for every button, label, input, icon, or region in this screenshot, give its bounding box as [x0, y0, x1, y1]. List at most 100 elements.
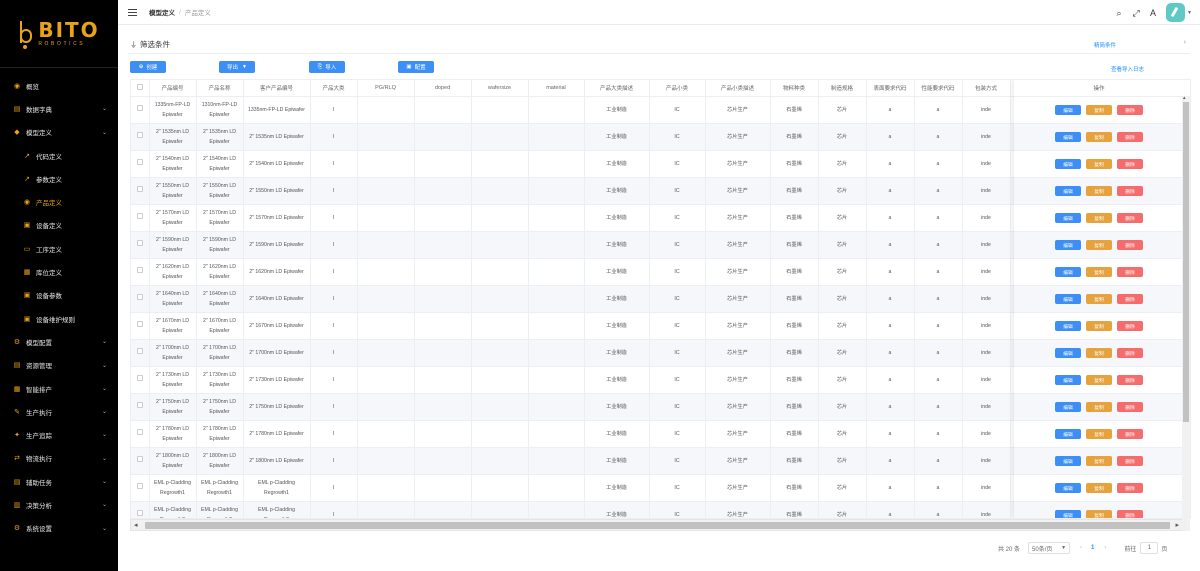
row-checkbox[interactable]	[136, 347, 143, 354]
sidebar-item-process[interactable]: ▭ 工序定义	[0, 237, 118, 260]
table-row[interactable]: 2" 1750nm LD Epiwafer 2" 1750nm LD Epiwaf…	[131, 393, 1016, 421]
edit-button[interactable]: 编辑	[1055, 402, 1081, 412]
chevron-down-icon[interactable]: ▼	[1187, 10, 1192, 16]
copy-button[interactable]: 复制	[1086, 132, 1112, 142]
edit-button[interactable]: 编辑	[1055, 240, 1081, 250]
vertical-scrollbar[interactable]: ▴	[1182, 95, 1190, 531]
config-button[interactable]: ▣ 配置	[398, 61, 434, 73]
column-header[interactable]: 制造规格	[818, 80, 867, 97]
view-import-log-link[interactable]: 查看导入日志	[1111, 65, 1144, 73]
copy-button[interactable]: 复制	[1086, 429, 1112, 439]
delete-button[interactable]: 删除	[1117, 456, 1143, 466]
copy-button[interactable]: 复制	[1086, 105, 1112, 115]
table-row[interactable]: EML p-Cladding Regrowth1 EML p-Cladding R…	[131, 474, 1016, 502]
vertical-scroll-thumb[interactable]	[1183, 102, 1189, 422]
goto-page-input[interactable]: 1	[1140, 542, 1159, 554]
sidebar-item-track[interactable]: ✦ 生产追踪 ⌄	[0, 423, 118, 446]
edit-button[interactable]: 编辑	[1055, 348, 1081, 358]
delete-button[interactable]: 删除	[1117, 348, 1143, 358]
sidebar-item-device[interactable]: ▣ 设备定义	[0, 214, 118, 237]
scroll-left-icon[interactable]: ◂	[134, 521, 138, 529]
row-checkbox[interactable]	[136, 158, 143, 165]
horizontal-scroll-thumb[interactable]	[145, 522, 1170, 529]
row-checkbox[interactable]	[136, 401, 143, 408]
column-header[interactable]: wafersize	[471, 80, 529, 97]
copy-button[interactable]: 复制	[1086, 402, 1112, 412]
search-icon[interactable]: ⌕	[1114, 8, 1124, 18]
delete-button[interactable]: 删除	[1117, 105, 1143, 115]
copy-button[interactable]: 复制	[1086, 510, 1112, 518]
row-checkbox[interactable]	[136, 266, 143, 273]
sidebar-item-code[interactable]: ↗ 代码定义	[0, 144, 118, 167]
sidebar-item-resource[interactable]: ▤ 资源管理 ⌄	[0, 354, 118, 377]
table-row[interactable]: 2" 1590nm LD Epiwafer 2" 1590nm LD Epiwaf…	[131, 231, 1016, 259]
copy-button[interactable]: 复制	[1086, 294, 1112, 304]
breadcrumb-model-definition[interactable]: 模型定义	[149, 7, 175, 17]
sidebar-item-location[interactable]: ▦ 库位定义	[0, 260, 118, 283]
table-row[interactable]: 2" 1730nm LD Epiwafer 2" 1730nm LD Epiwaf…	[131, 366, 1016, 394]
copy-button[interactable]: 复制	[1086, 240, 1112, 250]
table-row[interactable]: 2" 1540nm LD Epiwafer 2" 1540nm LD Epiwaf…	[131, 150, 1016, 178]
edit-button[interactable]: 编辑	[1055, 321, 1081, 331]
horizontal-scrollbar[interactable]: ◂ ▸	[130, 519, 1183, 531]
column-header[interactable]: 产品名称	[196, 80, 244, 97]
table-row[interactable]: 2" 1550nm LD Epiwafer 2" 1550nm LD Epiwaf…	[131, 177, 1016, 205]
copy-button[interactable]: 复制	[1086, 267, 1112, 277]
column-header[interactable]: PG/RLQ	[357, 80, 415, 97]
delete-button[interactable]: 删除	[1117, 213, 1143, 223]
column-header[interactable]: doped	[414, 80, 472, 97]
row-checkbox[interactable]	[136, 185, 143, 192]
edit-button[interactable]: 编辑	[1055, 375, 1081, 385]
simplify-conditions-link[interactable]: 精简条件	[1094, 41, 1116, 49]
column-header[interactable]: 客户产品编号	[243, 80, 311, 97]
delete-button[interactable]: 删除	[1117, 483, 1143, 493]
edit-button[interactable]: 编辑	[1055, 456, 1081, 466]
import-button[interactable]: ⎘ 导入	[309, 61, 345, 73]
delete-button[interactable]: 删除	[1117, 132, 1143, 142]
sidebar-item-execute[interactable]: ✎ 生产执行 ⌄	[0, 400, 118, 423]
table-row[interactable]: 2" 1640nm LD Epiwafer 2" 1640nm LD Epiwaf…	[131, 285, 1016, 313]
table-row[interactable]: 2" 1800nm LD Epiwafer 2" 1800nm LD Epiwaf…	[131, 447, 1016, 475]
delete-button[interactable]: 删除	[1117, 294, 1143, 304]
sidebar-item-device-param[interactable]: ▣ 设备参数	[0, 284, 118, 307]
delete-button[interactable]: 删除	[1117, 186, 1143, 196]
row-checkbox[interactable]	[136, 509, 143, 516]
sidebar-item-config[interactable]: ⚙ 模型配置 ⌄	[0, 330, 118, 353]
row-checkbox[interactable]	[136, 293, 143, 300]
column-header[interactable]: 产品大类	[310, 80, 358, 97]
delete-button[interactable]: 删除	[1117, 429, 1143, 439]
sidebar-item-book[interactable]: ▤ 数据字典 ⌄	[0, 97, 118, 120]
page-size-select[interactable]: 50条/页 ▼	[1028, 542, 1071, 554]
prev-page-icon[interactable]: ‹	[1080, 545, 1082, 551]
sidebar-item-maintenance[interactable]: ▣ 设备维护规则	[0, 307, 118, 330]
row-checkbox[interactable]	[136, 428, 143, 435]
menu-toggle-icon[interactable]	[128, 8, 137, 16]
delete-button[interactable]: 删除	[1117, 375, 1143, 385]
edit-button[interactable]: 编辑	[1055, 429, 1081, 439]
sidebar-item-settings[interactable]: ⚙ 系统设置 ⌄	[0, 517, 118, 540]
edit-button[interactable]: 编辑	[1055, 213, 1081, 223]
copy-button[interactable]: 复制	[1086, 483, 1112, 493]
table-row[interactable]: EML p-Cladding Regrowth2EML p-Cladding R…	[131, 501, 1016, 518]
row-checkbox[interactable]	[136, 104, 143, 111]
delete-button[interactable]: 删除	[1117, 402, 1143, 412]
create-button[interactable]: ⊕ 创建	[130, 61, 166, 73]
sidebar-item-task[interactable]: ▤ 辅助任务 ⌄	[0, 470, 118, 493]
sidebar-item-model[interactable]: ◆ 模型定义 ⌄	[0, 121, 118, 144]
copy-button[interactable]: 复制	[1086, 321, 1112, 331]
language-icon[interactable]: A	[1148, 8, 1158, 18]
row-checkbox[interactable]	[136, 374, 143, 381]
delete-button[interactable]: 删除	[1117, 267, 1143, 277]
copy-button[interactable]: 复制	[1086, 375, 1112, 385]
edit-button[interactable]: 编辑	[1055, 483, 1081, 493]
sidebar-item-product[interactable]: ◉ 产品定义	[0, 190, 118, 213]
edit-button[interactable]: 编辑	[1055, 105, 1081, 115]
table-row[interactable]: 2" 1570nm LD Epiwafer 2" 1570nm LD Epiwaf…	[131, 204, 1016, 232]
column-header[interactable]: 表面要求代码	[866, 80, 915, 97]
chevron-right-icon[interactable]: ›	[1184, 39, 1186, 46]
edit-button[interactable]: 编辑	[1055, 186, 1081, 196]
column-header[interactable]: 物料种类	[770, 80, 819, 97]
column-header[interactable]: 产品小类描述	[705, 80, 771, 97]
table-row[interactable]: 2" 1620nm LD Epiwafer 2" 1620nm LD Epiwaf…	[131, 258, 1016, 286]
page-number[interactable]: 1	[1091, 545, 1094, 551]
